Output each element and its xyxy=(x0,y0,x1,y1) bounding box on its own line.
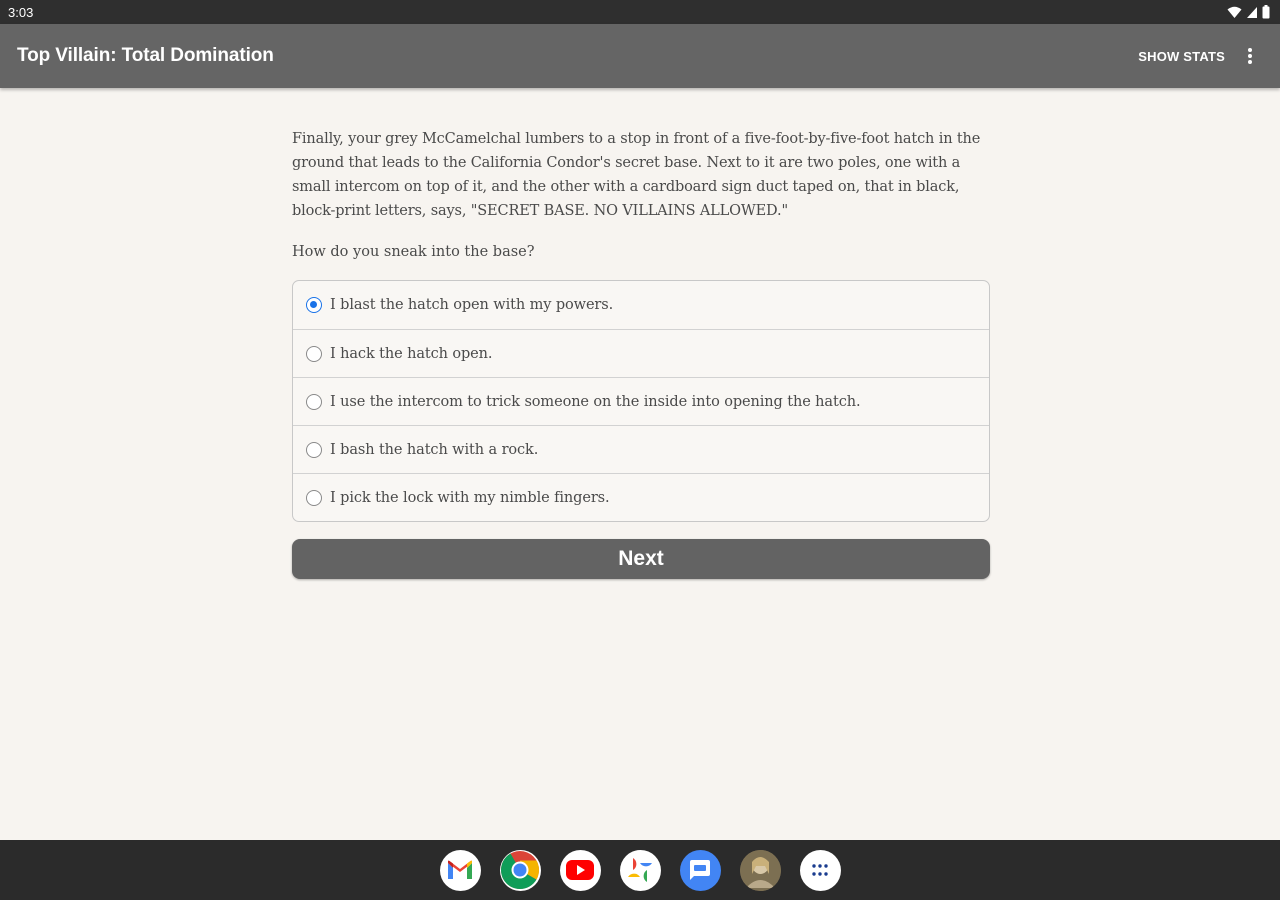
radio-button[interactable] xyxy=(306,345,322,362)
radio-button-selected[interactable] xyxy=(306,297,322,313)
youtube-icon[interactable] xyxy=(559,849,601,891)
messages-icon[interactable] xyxy=(679,849,721,891)
choice-label: I pick the lock with my nimble fingers. xyxy=(330,489,610,506)
wifi-icon xyxy=(1227,6,1242,18)
choice-option[interactable]: I pick the lock with my nimble fingers. xyxy=(293,473,989,521)
radio-button[interactable] xyxy=(306,489,322,506)
story-paragraph: Finally, your grey McCamelchal lumbers t… xyxy=(292,131,981,219)
gmail-icon[interactable] xyxy=(439,849,481,891)
next-button[interactable]: Next xyxy=(292,539,990,579)
show-stats-button[interactable]: SHOW STATS xyxy=(1138,49,1225,64)
chrome-icon[interactable] xyxy=(499,849,541,891)
choice-label: I hack the hatch open. xyxy=(330,345,493,362)
status-time: 3:03 xyxy=(8,5,34,20)
battery-icon xyxy=(1262,5,1270,19)
choice-option[interactable]: I hack the hatch open. xyxy=(293,329,989,377)
radio-button[interactable] xyxy=(306,441,322,458)
app-title: Top Villain: Total Domination xyxy=(17,45,274,66)
choice-option[interactable]: I blast the hatch open with my powers. xyxy=(293,281,989,329)
app-drawer-icon[interactable] xyxy=(799,849,841,891)
choice-label: I bash the hatch with a rock. xyxy=(330,441,539,458)
story-content: Finally, your grey McCamelchal lumbers t… xyxy=(292,127,990,579)
choice-label: I blast the hatch open with my powers. xyxy=(330,297,614,313)
choice-list: I blast the hatch open with my powers. I… xyxy=(292,280,990,522)
more-vert-icon[interactable] xyxy=(1242,46,1258,66)
radio-button[interactable] xyxy=(306,393,322,410)
story-question: How do you sneak into the base? xyxy=(292,244,535,260)
status-bar: 3:03 xyxy=(0,0,1280,24)
choice-option[interactable]: I bash the hatch with a rock. xyxy=(293,425,989,473)
choice-option[interactable]: I use the intercom to trick someone on t… xyxy=(293,377,989,425)
taskbar-dock xyxy=(0,840,1280,900)
signal-icon xyxy=(1247,6,1257,18)
choice-label: I use the intercom to trick someone on t… xyxy=(330,393,861,410)
photos-icon[interactable] xyxy=(619,849,661,891)
status-icons xyxy=(1227,4,1270,20)
avatar-icon[interactable] xyxy=(739,849,781,891)
app-bar: Top Villain: Total Domination SHOW STATS xyxy=(0,24,1280,88)
